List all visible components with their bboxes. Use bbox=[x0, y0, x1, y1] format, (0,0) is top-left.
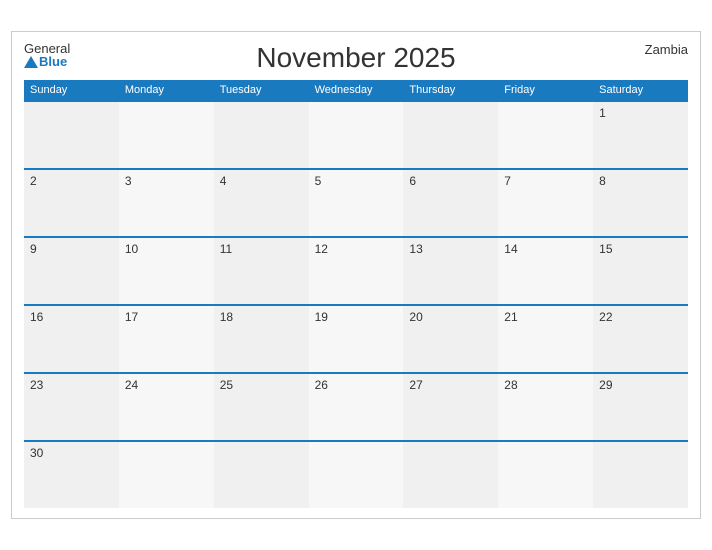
logo-triangle-icon bbox=[24, 56, 38, 68]
day-cell-12: 12 bbox=[309, 238, 404, 304]
day-cell-empty bbox=[24, 102, 119, 168]
day-header-wednesday: Wednesday bbox=[309, 80, 404, 100]
day-number: 4 bbox=[220, 174, 227, 188]
day-number: 13 bbox=[409, 242, 422, 256]
day-number: 2 bbox=[30, 174, 37, 188]
day-cell-26: 26 bbox=[309, 374, 404, 440]
day-number: 12 bbox=[315, 242, 328, 256]
day-cell-empty bbox=[403, 442, 498, 508]
day-cell-empty bbox=[119, 102, 214, 168]
week-row-5: 30 bbox=[24, 440, 688, 508]
day-header-saturday: Saturday bbox=[593, 80, 688, 100]
day-cell-empty bbox=[403, 102, 498, 168]
day-number: 3 bbox=[125, 174, 132, 188]
day-number: 19 bbox=[315, 310, 328, 324]
day-cell-19: 19 bbox=[309, 306, 404, 372]
day-number: 21 bbox=[504, 310, 517, 324]
day-cell-25: 25 bbox=[214, 374, 309, 440]
day-number: 5 bbox=[315, 174, 322, 188]
day-cell-empty bbox=[119, 442, 214, 508]
day-cell-4: 4 bbox=[214, 170, 309, 236]
day-cell-28: 28 bbox=[498, 374, 593, 440]
week-row-3: 16 17 18 19 20 21 22 bbox=[24, 304, 688, 372]
day-cell-empty bbox=[498, 442, 593, 508]
day-cell-20: 20 bbox=[403, 306, 498, 372]
day-cell-22: 22 bbox=[593, 306, 688, 372]
day-headers-row: SundayMondayTuesdayWednesdayThursdayFrid… bbox=[24, 80, 688, 100]
day-number: 23 bbox=[30, 378, 43, 392]
day-cell-empty bbox=[309, 102, 404, 168]
day-number: 25 bbox=[220, 378, 233, 392]
day-number: 22 bbox=[599, 310, 612, 324]
day-number: 16 bbox=[30, 310, 43, 324]
day-cell-21: 21 bbox=[498, 306, 593, 372]
day-cell-27: 27 bbox=[403, 374, 498, 440]
day-cell-29: 29 bbox=[593, 374, 688, 440]
day-header-sunday: Sunday bbox=[24, 80, 119, 100]
day-number: 30 bbox=[30, 446, 43, 460]
day-cell-1: 1 bbox=[593, 102, 688, 168]
day-cell-3: 3 bbox=[119, 170, 214, 236]
day-cell-18: 18 bbox=[214, 306, 309, 372]
calendar-title: November 2025 bbox=[256, 42, 455, 74]
day-number: 6 bbox=[409, 174, 416, 188]
day-number: 15 bbox=[599, 242, 612, 256]
calendar-grid: 1234567891011121314151617181920212223242… bbox=[24, 100, 688, 508]
day-cell-empty bbox=[214, 102, 309, 168]
day-cell-17: 17 bbox=[119, 306, 214, 372]
day-cell-23: 23 bbox=[24, 374, 119, 440]
day-number: 18 bbox=[220, 310, 233, 324]
day-cell-5: 5 bbox=[309, 170, 404, 236]
logo: General Blue bbox=[24, 42, 70, 68]
day-cell-30: 30 bbox=[24, 442, 119, 508]
week-row-4: 23 24 25 26 27 28 29 bbox=[24, 372, 688, 440]
day-number: 1 bbox=[599, 106, 606, 120]
day-cell-empty bbox=[498, 102, 593, 168]
day-cell-empty bbox=[593, 442, 688, 508]
day-number: 28 bbox=[504, 378, 517, 392]
day-header-thursday: Thursday bbox=[403, 80, 498, 100]
day-number: 10 bbox=[125, 242, 138, 256]
day-header-friday: Friday bbox=[498, 80, 593, 100]
day-number: 24 bbox=[125, 378, 138, 392]
day-header-monday: Monday bbox=[119, 80, 214, 100]
day-cell-11: 11 bbox=[214, 238, 309, 304]
day-cell-empty bbox=[214, 442, 309, 508]
calendar: General Blue November 2025 Zambia Sunday… bbox=[11, 31, 701, 519]
day-cell-9: 9 bbox=[24, 238, 119, 304]
day-cell-13: 13 bbox=[403, 238, 498, 304]
day-number: 29 bbox=[599, 378, 612, 392]
day-cell-2: 2 bbox=[24, 170, 119, 236]
day-number: 8 bbox=[599, 174, 606, 188]
day-number: 20 bbox=[409, 310, 422, 324]
day-header-tuesday: Tuesday bbox=[214, 80, 309, 100]
country-label: Zambia bbox=[645, 42, 688, 57]
day-number: 7 bbox=[504, 174, 511, 188]
day-cell-24: 24 bbox=[119, 374, 214, 440]
day-cell-7: 7 bbox=[498, 170, 593, 236]
day-number: 14 bbox=[504, 242, 517, 256]
day-cell-8: 8 bbox=[593, 170, 688, 236]
day-cell-10: 10 bbox=[119, 238, 214, 304]
day-cell-empty bbox=[309, 442, 404, 508]
day-cell-14: 14 bbox=[498, 238, 593, 304]
day-cell-6: 6 bbox=[403, 170, 498, 236]
day-cell-15: 15 bbox=[593, 238, 688, 304]
day-number: 26 bbox=[315, 378, 328, 392]
day-number: 27 bbox=[409, 378, 422, 392]
week-row-0: 1 bbox=[24, 100, 688, 168]
day-number: 9 bbox=[30, 242, 37, 256]
day-cell-16: 16 bbox=[24, 306, 119, 372]
day-number: 11 bbox=[220, 242, 232, 256]
week-row-1: 2 3 4 5 6 7 8 bbox=[24, 168, 688, 236]
week-row-2: 9 10 11 12 13 14 15 bbox=[24, 236, 688, 304]
day-number: 17 bbox=[125, 310, 138, 324]
calendar-header: General Blue November 2025 Zambia bbox=[24, 42, 688, 74]
logo-blue-text: Blue bbox=[24, 55, 70, 68]
